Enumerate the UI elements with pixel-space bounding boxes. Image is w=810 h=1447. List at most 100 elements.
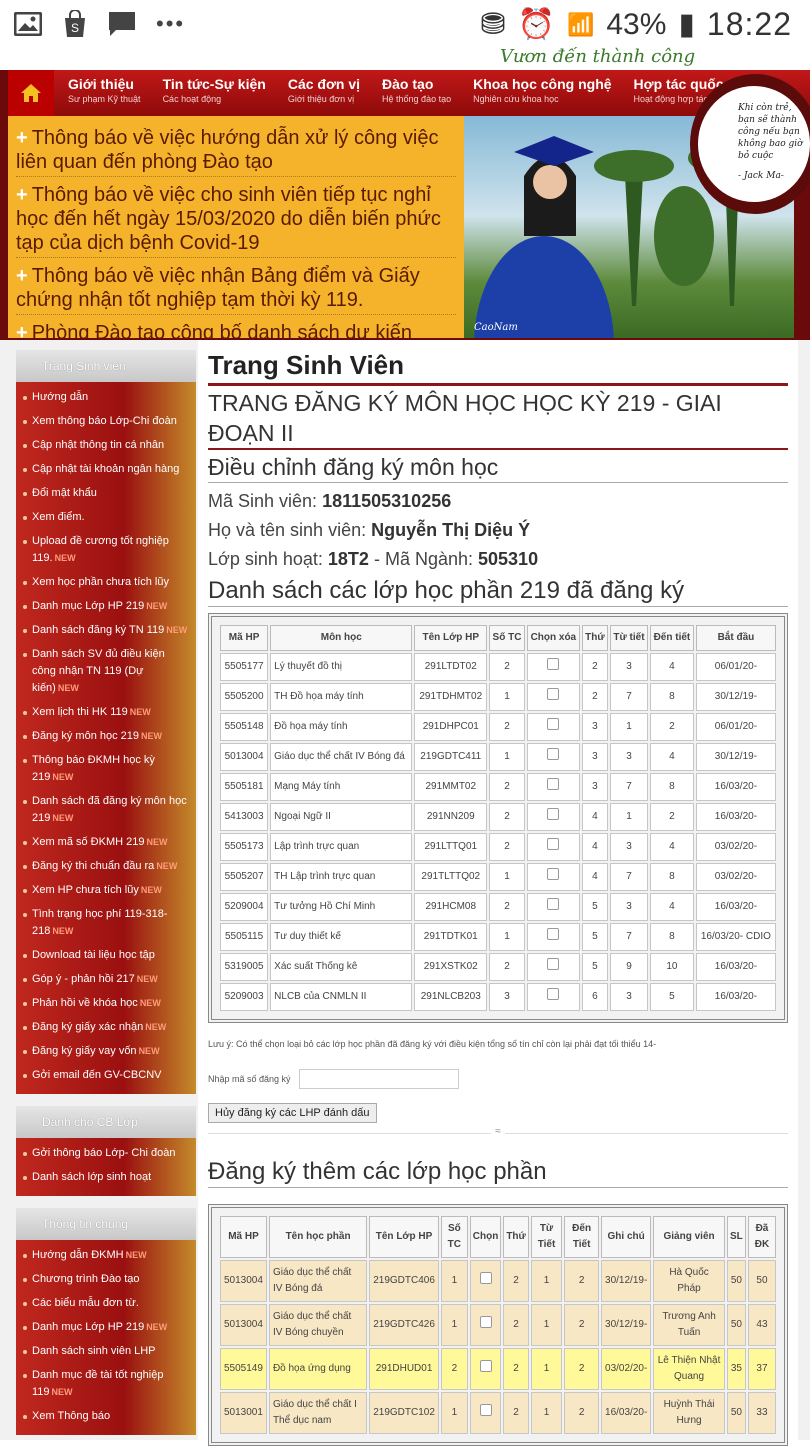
table-cell: 291HCM08 [414, 893, 488, 921]
home-button[interactable] [8, 70, 54, 116]
sidebar-item[interactable]: Gởi thông báo Lớp- Chi đoàn [16, 1142, 196, 1166]
table-cell: 3 [581, 743, 608, 771]
new-badge: NEW [51, 1387, 73, 1397]
sidebar-item[interactable]: Góp ý - phản hồi 217 NEW [16, 968, 196, 992]
sidebar-item[interactable]: Đăng ký giấy xác nhận NEW [16, 1016, 196, 1040]
sidebar-item[interactable]: Tình trạng học phí 119-318-218 NEW [16, 903, 196, 944]
sidebar-item[interactable]: Xem học phần chưa tích lũy [16, 571, 196, 595]
select-checkbox[interactable] [479, 1404, 492, 1416]
delete-checkbox[interactable] [547, 688, 560, 700]
nav-gioi-thieu[interactable]: Giới thiệu Sư phạm Kỹ thuật [54, 70, 149, 116]
table-cell: 16/03/20- [695, 953, 776, 981]
delete-checkbox[interactable] [547, 778, 560, 790]
sidebar-item[interactable]: Hướng dẫn ĐKMH NEW [16, 1244, 196, 1268]
reg-code-input[interactable] [298, 1069, 459, 1089]
nav-khoa-hoc[interactable]: Khoa học công nghệ Nghiên cứu khoa học [459, 70, 619, 116]
table-cell: 1 [489, 923, 525, 951]
sidebar-item[interactable]: Xem lịch thi HK 119 NEW [16, 701, 196, 725]
cancel-registration-button[interactable]: Hủy đăng ký các LHP đánh dấu [208, 1103, 377, 1123]
reg-code-label: Nhập mã số đăng ký [208, 1074, 291, 1084]
sidebar-item[interactable]: Upload đề cương tốt nghiệp 119. NEW [16, 530, 196, 571]
table-cell: 2 [503, 1348, 529, 1390]
select-checkbox[interactable] [479, 1272, 492, 1284]
registered-table: Mã HP Môn học Tên Lớp HP Số TC Chọn xóa Thứ Từ… [218, 623, 778, 1013]
table-cell: 1 [489, 863, 525, 891]
sidebar-item[interactable]: Download tài liệu học tập [16, 944, 196, 968]
delete-checkbox-cell [526, 683, 580, 711]
sidebar-item[interactable]: Danh mục Lớp HP 219 NEW [16, 1316, 196, 1340]
delete-checkbox[interactable] [547, 958, 560, 970]
sidebar-item[interactable]: Danh sách lớp sinh hoạt [16, 1166, 196, 1190]
table-cell: 2 [581, 683, 608, 711]
delete-checkbox[interactable] [547, 868, 560, 880]
delete-checkbox-cell [526, 983, 580, 1011]
sidebar-item[interactable]: Xem HP chưa tích lũy NEW [16, 879, 196, 903]
sidebar-item-label: Gởi thông báo Lớp- Chi đoàn [32, 1147, 176, 1159]
table-cell: 1 [530, 1260, 563, 1302]
sidebar-item[interactable]: Danh sách SV đủ điều kiện công nhận TN 1… [16, 643, 196, 701]
nav-cac-don-vi[interactable]: Các đơn vị Giới thiệu đơn vị [274, 70, 368, 116]
delete-checkbox[interactable] [547, 838, 560, 850]
table-cell: 2 [650, 803, 694, 831]
table-cell: 4 [650, 653, 694, 681]
sidebar-item[interactable]: Đăng ký môn học 219 NEW [16, 725, 196, 749]
table-cell: 219GDTC426 [369, 1304, 439, 1346]
main-content: Trang Sinh Viên TRANG ĐĂNG KÝ MÔN HỌC HỌ… [198, 340, 798, 1446]
sidebar-item[interactable]: Danh sách đã đăng ký môn học 219 NEW [16, 790, 196, 831]
sidebar-item[interactable]: Cập nhật thông tin cá nhân [16, 434, 196, 458]
sidebar-item[interactable]: Danh mục đề tài tốt nghiệp 119 NEW [16, 1364, 196, 1405]
sidebar-item[interactable]: Phản hồi về khóa học NEW [16, 992, 196, 1016]
table-cell: 5013004 [220, 1304, 267, 1346]
sidebar-item[interactable]: Các biểu mẫu đơn từ. [16, 1292, 196, 1316]
student-name-line: Họ và tên sinh viên: Nguyễn Thị Diệu Ý [208, 520, 531, 540]
table-cell: 2 [503, 1392, 529, 1434]
table-cell: 2 [489, 803, 525, 831]
table-row: 5209003 NLCB của CNMLN II 291NLCB203 3 6 3 5 16… [220, 983, 776, 1011]
sidebar-item[interactable]: Hướng dẫn [16, 386, 196, 410]
table-cell: Giáo dục thể chất I Thể dục nam [268, 1392, 368, 1434]
sidebar-item[interactable]: Danh sách sinh viên LHP [16, 1340, 196, 1364]
more-icon: ••• [156, 11, 186, 36]
delete-checkbox[interactable] [547, 658, 560, 670]
table-cell: 8 [650, 923, 694, 951]
delete-checkbox[interactable] [547, 808, 560, 820]
table-cell: 5209003 [220, 983, 269, 1011]
delete-checkbox[interactable] [547, 748, 560, 760]
news-item[interactable]: + Thông báo về việc hướng dẫn xử lý công … [16, 126, 456, 177]
sidebar-item[interactable]: Đổi mật khẩu [16, 482, 196, 506]
table-row: 5505173 Lập trình trực quan 291LTTQ01 2 4 3 4 0… [220, 833, 776, 861]
sidebar-item[interactable]: Chương trình Đào tạo [16, 1268, 196, 1292]
table-cell: 50 [726, 1304, 746, 1346]
select-checkbox[interactable] [479, 1316, 492, 1328]
student-id-line: Mã Sinh viên: 1811505310256 [208, 491, 452, 511]
sidebar-item[interactable]: Xem Thông báo [16, 1405, 196, 1429]
sidebar-item[interactable]: Xem mã số ĐKMH 219 NEW [16, 831, 196, 855]
news-item[interactable]: + Thông báo về việc cho sinh viên tiếp tụ… [16, 183, 456, 258]
nav-tin-tuc[interactable]: Tin tức-Sự kiện Các hoạt động [149, 70, 274, 116]
news-item[interactable]: + Thông báo về việc nhận Bảng điểm và Giấ… [16, 264, 456, 315]
sidebar-item-label: Danh sách đăng ký TN 119 [32, 624, 165, 636]
select-checkbox[interactable] [479, 1360, 492, 1372]
delete-checkbox[interactable] [547, 988, 560, 1000]
news-item[interactable]: + Phòng Đào tạo công bố danh sách dự kiến [16, 321, 456, 338]
sidebar-item[interactable]: Xem điểm. [16, 506, 196, 530]
new-badge: NEW [52, 926, 74, 936]
delete-checkbox[interactable] [547, 898, 560, 910]
sidebar-item[interactable]: Cập nhật tài khoản ngân hàng [16, 458, 196, 482]
table-cell: 1 [489, 743, 525, 771]
sidebar-item[interactable]: Thông báo ĐKMH học kỳ 219 NEW [16, 749, 196, 790]
major-code: 505310 [478, 549, 539, 569]
delete-checkbox[interactable] [547, 928, 560, 940]
table-cell: 33 [747, 1392, 776, 1434]
sidebar-item[interactable]: Đăng ký thi chuẩn đầu ra NEW [16, 855, 196, 879]
sidebar-item[interactable]: Danh mục Lớp HP 219 NEW [16, 595, 196, 619]
sidebar-item[interactable]: Xem thông báo Lớp-Chi đoàn [16, 410, 196, 434]
delete-checkbox[interactable] [547, 718, 560, 730]
sidebar-item[interactable]: Danh sách đăng ký TN 119 NEW [16, 619, 196, 643]
nav-dao-tao[interactable]: Đào tạo Hệ thống đào tạo [368, 70, 459, 116]
table-cell: 2 [489, 893, 525, 921]
sidebar-item-label: Upload đề cương tốt nghiệp 119. [32, 535, 169, 564]
sidebar-item[interactable]: Đăng ký giấy vay vốn NEW [16, 1040, 196, 1064]
sidebar-item[interactable]: Gởi email đến GV-CBCNV [16, 1064, 196, 1088]
table-header: Chọn xóa [526, 625, 580, 651]
